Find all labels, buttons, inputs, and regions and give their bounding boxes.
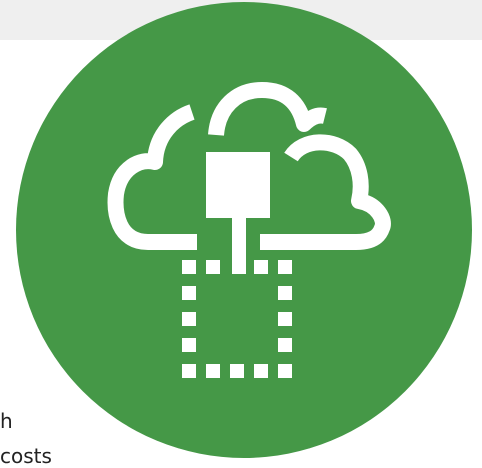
cloud-migration-icon xyxy=(16,2,472,458)
connector-stem xyxy=(232,218,246,274)
body-text-line-1: h xyxy=(0,409,13,433)
server-block xyxy=(206,152,270,218)
